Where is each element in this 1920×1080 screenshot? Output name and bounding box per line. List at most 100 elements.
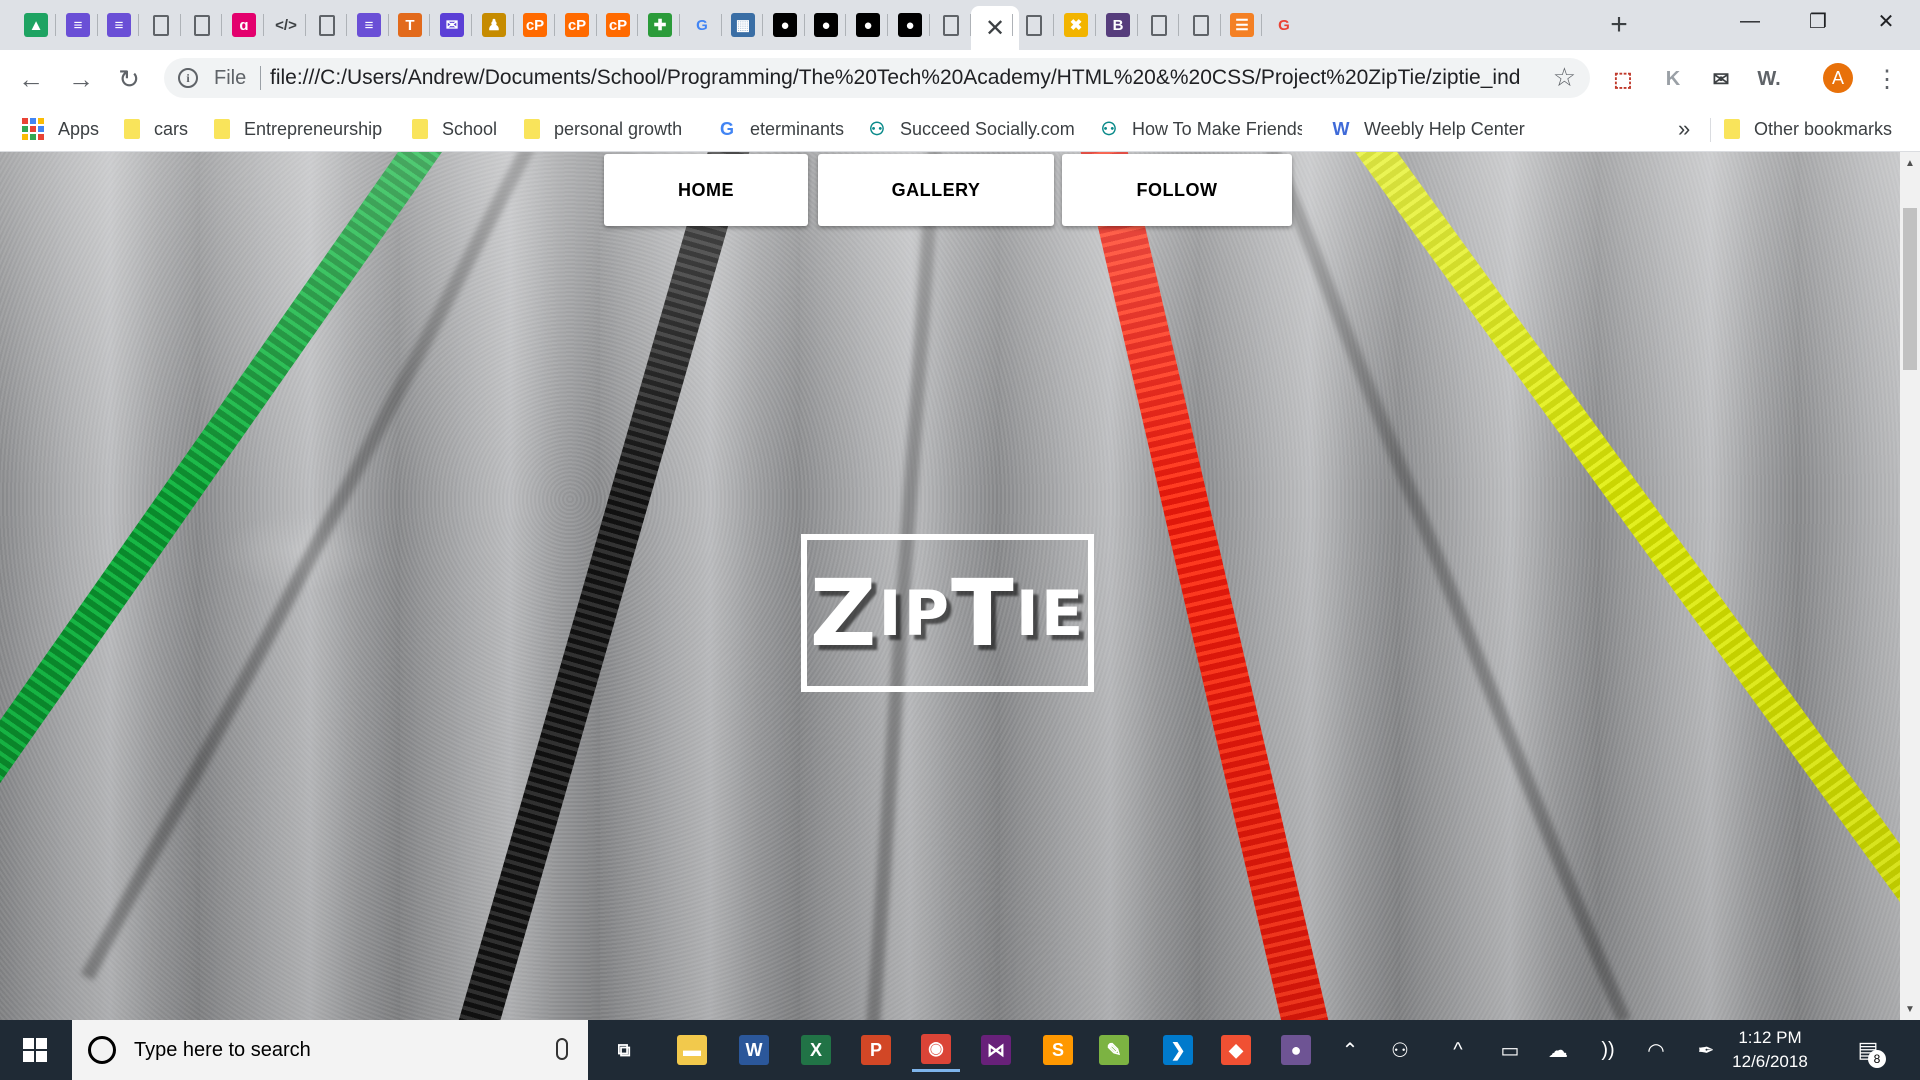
onedrive-icon[interactable]: ☁ [1538, 1020, 1578, 1080]
start-button[interactable] [0, 1020, 70, 1080]
url-text[interactable]: file:///C:/Users/Andrew/Documents/School… [270, 66, 1520, 90]
bookmarks-overflow-button[interactable]: » [1678, 106, 1690, 152]
show-hidden-icon[interactable]: ^ [1438, 1020, 1478, 1080]
browser-tab[interactable]: cP [555, 8, 599, 42]
swirl-icon: ɑ [232, 13, 256, 37]
bookmark-label: Succeed Socially.com [900, 118, 1075, 139]
new-tab-button[interactable]: + [1602, 8, 1636, 42]
page-scrollbar[interactable]: ▲ ▼ [1900, 152, 1920, 1020]
k-icon[interactable]: K [1656, 62, 1690, 96]
browser-tab[interactable]: ≡ [347, 8, 391, 42]
nav-gallery-link[interactable]: GALLERY [818, 154, 1054, 226]
taskbar-app[interactable]: ◆ [1212, 1028, 1260, 1072]
browser-tab[interactable]: cP [513, 8, 557, 42]
taskbar-app[interactable]: W [730, 1028, 778, 1072]
browser-tab[interactable]: ♟ [472, 8, 516, 42]
bookmark-item[interactable]: ⚇ How To Make Friends [1098, 106, 1302, 152]
minimize-window-button[interactable]: — [1716, 0, 1784, 42]
mail-icon: ✉ [440, 13, 464, 37]
taskbar-app[interactable]: ◉ [912, 1028, 960, 1072]
weebly-ext-icon[interactable]: W. [1752, 62, 1786, 96]
restore-window-button[interactable]: ❐ [1784, 0, 1852, 42]
browser-tab[interactable]: ● [888, 8, 932, 42]
taskbar-search-box[interactable]: Type here to search [72, 1020, 588, 1080]
close-tab-icon[interactable]: ✕ [985, 14, 1005, 43]
taskbar-app[interactable]: ❯ [1154, 1028, 1202, 1072]
google-icon: G [719, 118, 734, 139]
browser-tab[interactable] [305, 8, 349, 42]
bookmark-item[interactable]: Entrepreneurship [214, 106, 382, 152]
browser-tab[interactable]: ☰ [1220, 8, 1264, 42]
back-button[interactable]: ← [14, 62, 48, 96]
bookmark-star-icon[interactable]: ☆ [1553, 62, 1576, 93]
people-icon[interactable]: ⚇ [1380, 1020, 1420, 1080]
browser-tab[interactable] [1179, 8, 1223, 42]
browser-tab[interactable] [139, 8, 183, 42]
wifi-icon[interactable]: ◠ [1636, 1020, 1676, 1080]
browser-tab[interactable]: ● [804, 8, 848, 42]
info-icon[interactable]: i [178, 68, 198, 88]
audio-icon[interactable]: )) [1588, 1020, 1628, 1080]
system-clock[interactable]: 1:12 PM 12/6/2018 [1722, 1026, 1818, 1074]
address-bar[interactable]: i File file:///C:/Users/Andrew/Documents… [164, 58, 1590, 98]
browser-tab[interactable]: ≡ [97, 8, 141, 42]
bookmark-item[interactable]: Geterminants [716, 106, 844, 152]
nav-home-link[interactable]: HOME [604, 154, 808, 226]
taskbar-app[interactable]: P [852, 1028, 900, 1072]
windows-taskbar: Type here to search ⧉ ▬ W X P ◉ ⋈ S ✎ ❯ ◆ ● ⌃ ⚇ ^ ▭ ☁))… [0, 1020, 1920, 1080]
acrobat-icon[interactable]: ⬚ [1606, 62, 1640, 96]
taskbar-app[interactable]: ▬ [668, 1028, 716, 1072]
page-icon [194, 14, 210, 36]
browser-tab[interactable]: cP [596, 8, 640, 42]
taskbar-app[interactable]: ⋈ [972, 1028, 1020, 1072]
bookmark-apps[interactable]: Apps [22, 106, 99, 152]
taskbar-app[interactable]: S [1034, 1028, 1082, 1072]
bookmark-item[interactable]: School [412, 106, 497, 152]
taskbar-app[interactable]: ● [1272, 1028, 1320, 1072]
taskbar-app[interactable]: ⧉ [600, 1028, 648, 1072]
browser-tab[interactable]: B [1096, 8, 1140, 42]
browser-tab[interactable]: G [680, 8, 724, 42]
browser-tab[interactable] [1012, 8, 1056, 42]
chevron-up-icon[interactable]: ⌃ [1330, 1020, 1370, 1080]
close-window-button[interactable]: ✕ [1852, 0, 1920, 42]
scroll-down-arrow-icon[interactable]: ▼ [1900, 1000, 1920, 1018]
browser-tab[interactable] [1137, 8, 1181, 42]
microphone-icon[interactable] [556, 1038, 568, 1060]
nav-follow-link[interactable]: FOLLOW [1062, 154, 1292, 226]
browser-tab[interactable]: ✉ [430, 8, 474, 42]
scroll-up-arrow-icon[interactable]: ▲ [1900, 154, 1920, 172]
bookmark-item[interactable]: ⚇ Succeed Socially.com [866, 106, 1075, 152]
chrome-menu-icon[interactable]: ⋮ [1870, 62, 1904, 96]
browser-tab[interactable]: ● [846, 8, 890, 42]
action-center-button[interactable]: ▤ 8 [1850, 1032, 1886, 1068]
apps-grid-icon [22, 118, 44, 140]
reload-button[interactable]: ↻ [112, 62, 146, 96]
browser-tab[interactable]: T [388, 8, 432, 42]
scroll-thumb[interactable] [1903, 208, 1917, 370]
bookmark-item[interactable]: W Weebly Help Center [1330, 106, 1525, 152]
mail-ext-icon[interactable]: ✉ [1704, 62, 1738, 96]
browser-tab[interactable]: ✖ [1054, 8, 1098, 42]
browser-tab[interactable]: </> [264, 8, 308, 42]
browser-tab[interactable] [180, 8, 224, 42]
bookmark-item[interactable]: cars [124, 106, 188, 152]
browser-tab[interactable]: ● [763, 8, 807, 42]
pen-icon[interactable]: ✒ [1686, 1020, 1726, 1080]
bookmark-item[interactable]: personal growth [524, 106, 682, 152]
profile-avatar[interactable]: A [1823, 63, 1853, 93]
forward-button[interactable]: → [64, 62, 98, 96]
page-icon [943, 14, 959, 36]
taskbar-app[interactable]: ✎ [1090, 1028, 1138, 1072]
browser-tab[interactable]: ɑ [222, 8, 266, 42]
browser-tab[interactable]: ▦ [721, 8, 765, 42]
browser-tab[interactable]: ≡ [56, 8, 100, 42]
code-icon: </> [275, 16, 297, 34]
browser-tab[interactable]: G [1262, 8, 1306, 42]
browser-tab[interactable]: ✚ [638, 8, 682, 42]
battery-icon[interactable]: ▭ [1490, 1020, 1530, 1080]
browser-tab[interactable] [929, 8, 973, 42]
bookmark-other[interactable]: Other bookmarks [1724, 106, 1892, 152]
browser-tab[interactable]: ▲ [14, 8, 58, 42]
taskbar-app[interactable]: X [792, 1028, 840, 1072]
